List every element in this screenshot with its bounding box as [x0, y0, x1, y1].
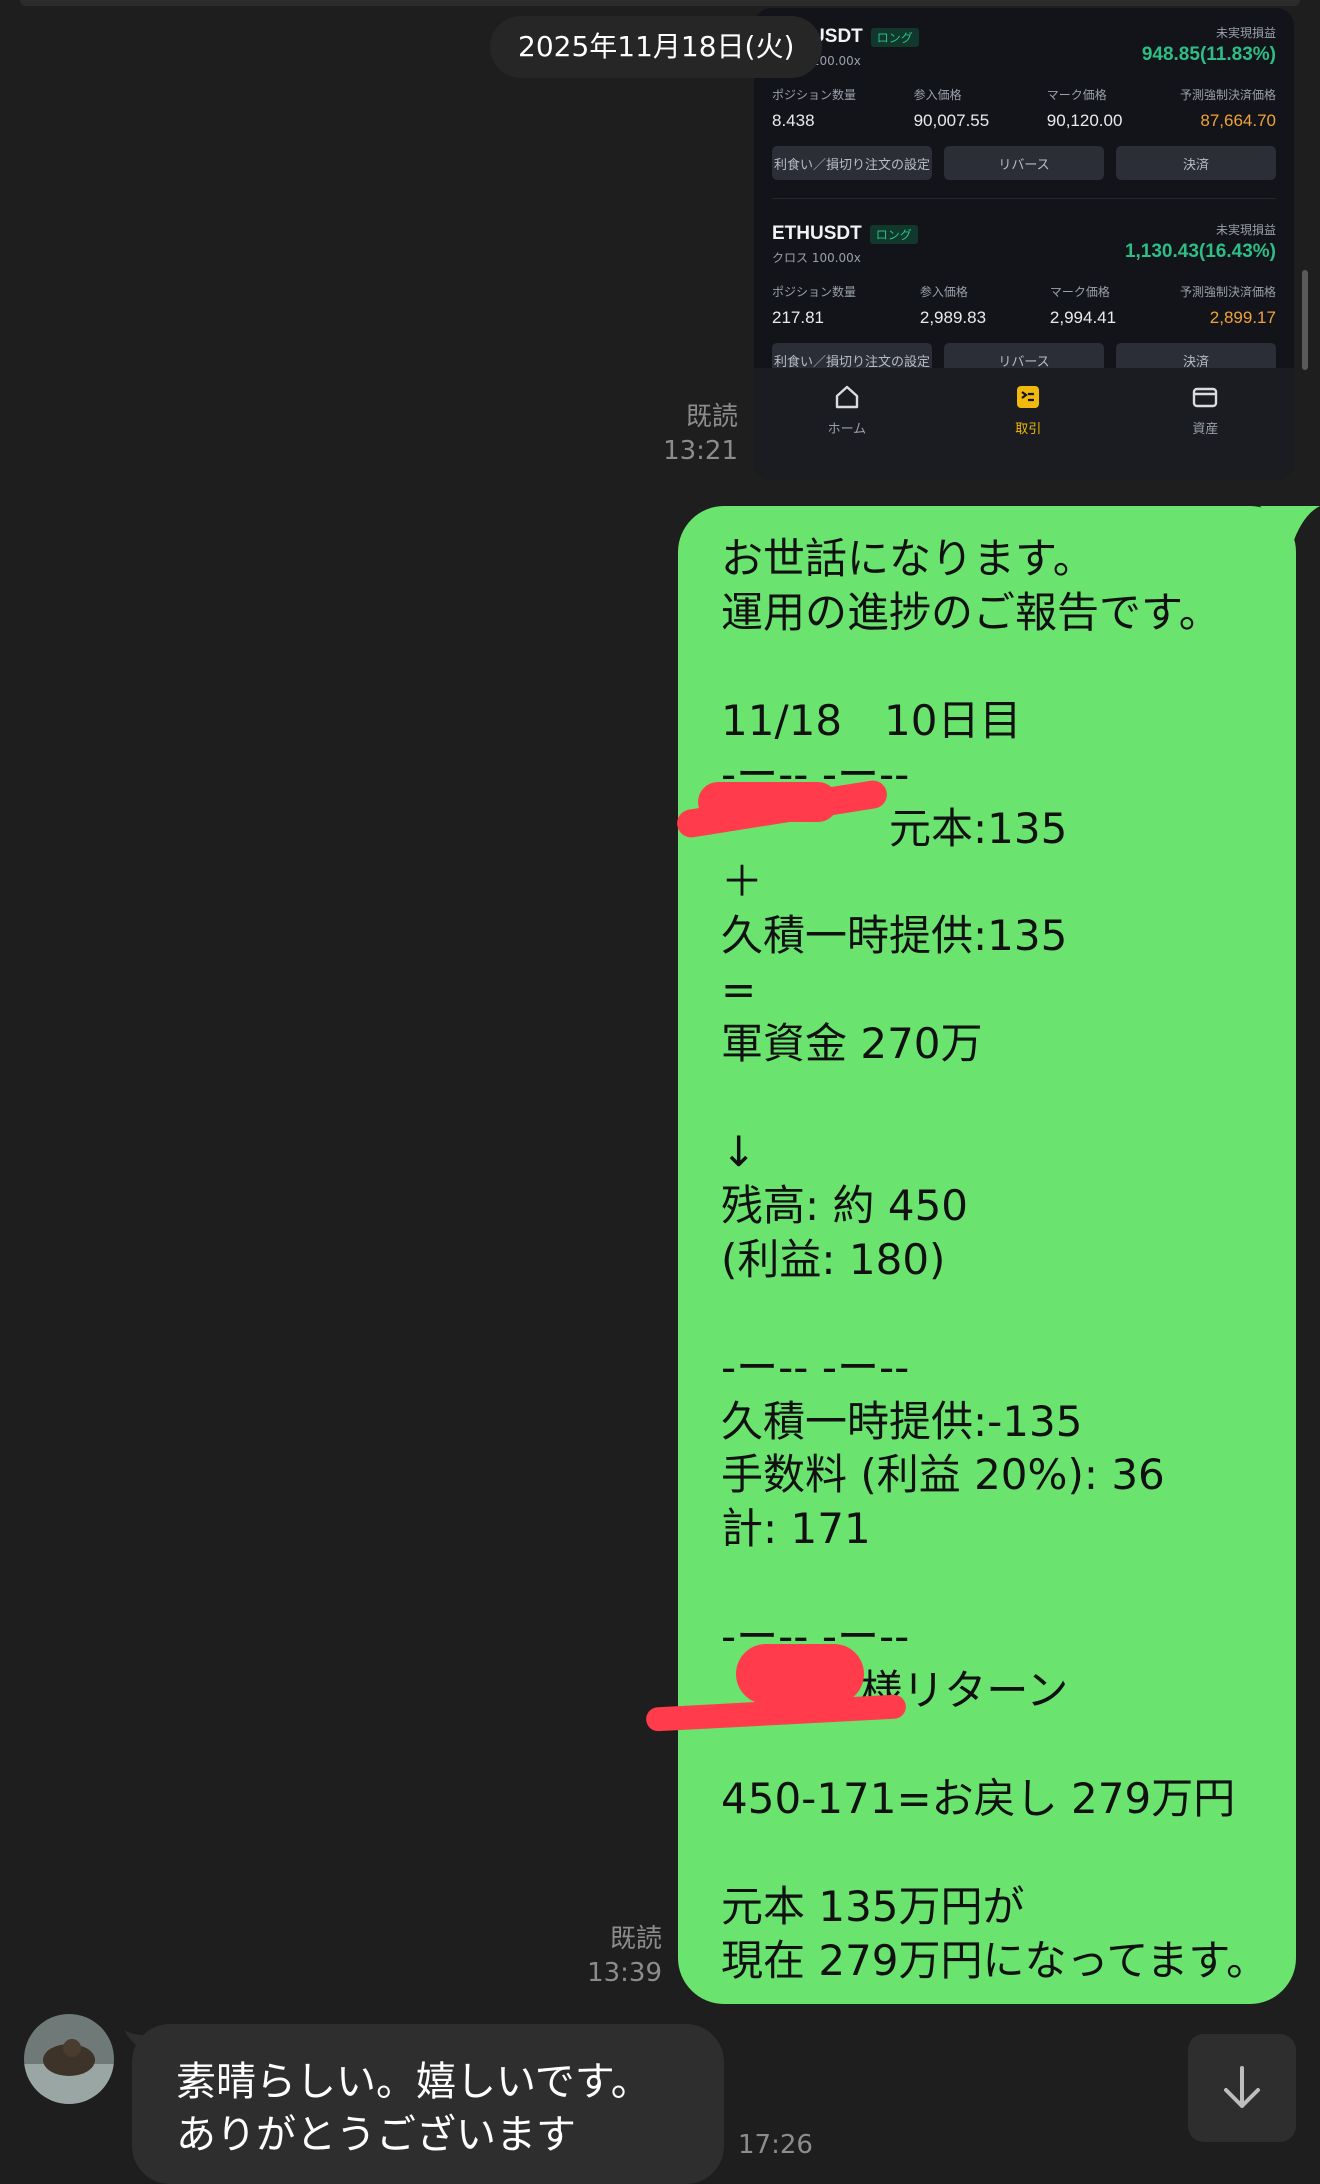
message-line: ありがとうございます: [176, 2112, 576, 2158]
message-line: 元本 135万円が: [721, 1881, 1025, 1931]
scroll-to-bottom-button[interactable]: [1188, 2034, 1296, 2142]
home-icon: [835, 385, 859, 409]
pnl-label: 未実現損益: [1215, 223, 1276, 237]
liq-cell: 予測強制決済価格 2,899.17: [1179, 285, 1276, 327]
message-line: [721, 1556, 1266, 1610]
pnl-value: 948.85(11.83%): [1141, 44, 1276, 65]
qty-cell: ポジション数量 8.438: [772, 88, 857, 130]
message-meta: 既読 13:39: [560, 1922, 662, 1990]
side-badge: ロング: [869, 225, 918, 244]
close-position-button[interactable]: 決済: [1116, 146, 1276, 180]
trade-icon: [1017, 386, 1040, 408]
position-card-eth: ETHUSDT ロング クロス 100.00x 未実現損益 1,130.43(16…: [772, 215, 1276, 385]
date-separator: 2025年11月18日(火): [490, 16, 823, 78]
message-line: 運用の進捗のご報告です。: [721, 587, 1221, 637]
message-line: 計: 171: [721, 1504, 871, 1554]
scrollbar-thumb[interactable]: [1302, 270, 1308, 370]
tab-assets[interactable]: 資産: [1190, 382, 1220, 480]
margin-mode: クロス 100.00x: [772, 251, 861, 265]
message-line: [721, 1071, 1266, 1125]
wallet-icon: [1193, 387, 1218, 408]
read-receipt: 既読: [685, 402, 738, 432]
qty-cell: ポジション数量 217.81: [772, 285, 857, 327]
message-line: [721, 1826, 1266, 1880]
tab-trade[interactable]: 取引: [1013, 382, 1043, 480]
message-meta: 既読 13:21: [620, 400, 738, 468]
message-line: [721, 640, 1266, 694]
app-tab-bar: ホーム 取引 資産: [754, 368, 1294, 480]
mark-cell: マーク価格 2,994.41: [1049, 285, 1117, 327]
reverse-button[interactable]: リバース: [944, 146, 1104, 180]
message-line: 久積一時提供:135: [721, 911, 1068, 961]
avatar-photo-icon: [24, 2014, 114, 2104]
message-line: [721, 1718, 1266, 1772]
position-card-btc: BTCUSDTロング クロス 100.00x 未実現損益 948.85(11.8…: [772, 18, 1276, 188]
message-line: 手数料 (利益 20%): 36: [721, 1450, 1165, 1500]
previous-message-edge: [20, 0, 1300, 6]
timestamp: 17:26: [738, 2130, 813, 2160]
divider: [772, 198, 1276, 199]
sent-message-bubble[interactable]: お世話になります。 運用の進捗のご報告です。 11/18 10日目 -ー-- -ー-…: [645, 506, 1296, 2004]
received-message-bubble[interactable]: 素晴らしい。嬉しいです。 ありがとうございます: [132, 2024, 724, 2184]
message-line: [721, 1287, 1266, 1341]
liq-cell: 予測強制決済価格 87,664.70: [1179, 88, 1276, 130]
entry-cell: 参入価格 2,989.83: [919, 285, 987, 327]
message-line: -ー-- -ー--: [721, 1342, 910, 1392]
message-line: 残高: 約 450: [721, 1180, 969, 1230]
entry-cell: 参入価格 90,007.55: [913, 88, 990, 130]
message-line: ＋: [721, 857, 764, 907]
avatar[interactable]: [24, 2014, 114, 2104]
arrow-down-icon: [1224, 2066, 1260, 2108]
message-line: 軍資金 270万: [721, 1019, 983, 1069]
message-text: お世話になります。 運用の進捗のご報告です。 11/18 10日目 -ー-- -ー-…: [721, 532, 1269, 1987]
message-line: 久積一時提供:-135: [721, 1396, 1083, 1446]
image-message-trade-screenshot[interactable]: BTCUSDTロング クロス 100.00x 未実現損益 948.85(11.8…: [754, 8, 1294, 480]
timestamp: 13:39: [587, 1958, 662, 1988]
message-line: お世話になります。: [721, 534, 1095, 583]
read-receipt: 既読: [609, 1924, 662, 1954]
tab-home[interactable]: ホーム: [828, 382, 866, 480]
message-line: 450-171=お戻し 279万円: [721, 1773, 1236, 1823]
pnl-label: 未実現損益: [1215, 26, 1276, 40]
message-line: =: [721, 965, 757, 1015]
redaction-mark: [698, 782, 838, 822]
message-line: ↓: [721, 1126, 757, 1176]
pnl-value: 1,130.43(16.43%): [1124, 241, 1276, 262]
message-line: 素晴らしい。嬉しいです。: [176, 2059, 651, 2105]
redaction-mark: [736, 1644, 864, 1704]
mark-cell: マーク価格 90,120.00: [1046, 88, 1123, 130]
timestamp: 13:21: [663, 436, 738, 466]
message-line: (利益: 180): [721, 1234, 946, 1284]
tp-sl-button[interactable]: 利食い／損切り注文の設定: [772, 146, 932, 180]
message-line: 11/18 10日目: [721, 695, 1022, 745]
message-text: 素晴らしい。嬉しいです。 ありがとうございます: [176, 2056, 651, 2162]
message-line: 現在 279万円になってます。: [721, 1935, 1269, 1985]
symbol: ETHUSDT: [772, 223, 862, 244]
side-badge: ロング: [870, 28, 919, 47]
